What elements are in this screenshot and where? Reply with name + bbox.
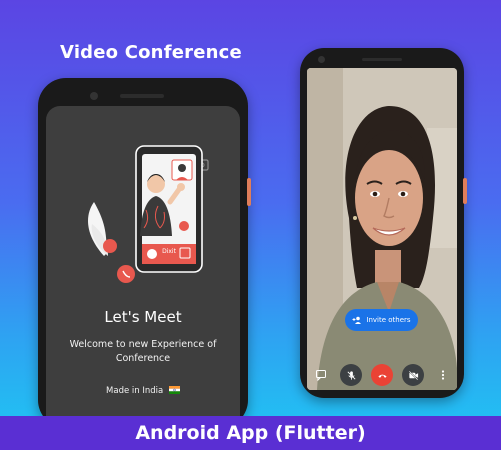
heart-icon [103, 239, 117, 253]
phone-side-button [463, 178, 467, 204]
call-screen: Invite others [307, 68, 457, 390]
mic-off-icon [347, 370, 355, 380]
welcome-title: Let's Meet [104, 308, 182, 326]
more-icon[interactable] [437, 369, 449, 381]
earpiece [120, 94, 164, 98]
participant-video [307, 68, 457, 390]
earpiece [362, 58, 402, 61]
video-toggle-button[interactable] [402, 364, 424, 386]
invite-others-label: Invite others [366, 316, 411, 324]
illustration-end-call-icon [147, 249, 157, 259]
front-camera [90, 92, 98, 100]
front-camera [318, 56, 325, 63]
made-in-label: Made in India [106, 386, 164, 396]
add-person-icon [352, 316, 362, 324]
video-off-icon [408, 370, 418, 380]
phone-side-button [247, 178, 251, 206]
end-call-button[interactable] [371, 364, 393, 386]
welcome-screen: Dixit Let's Meet Welcome to new Experien… [46, 106, 240, 416]
made-in-text: Made in India [46, 386, 240, 396]
india-flag-icon [168, 386, 180, 394]
illustration-caller-name: Dixit [162, 248, 177, 255]
call-phone: Invite others [300, 48, 467, 398]
chat-icon[interactable] [315, 369, 327, 381]
call-bubble-icon [117, 265, 135, 283]
welcome-phone: Dixit Let's Meet Welcome to new Experien… [38, 78, 251, 428]
conference-illustration: Dixit [88, 145, 209, 283]
end-call-icon [377, 374, 387, 378]
invite-others-button[interactable]: Invite others [345, 309, 418, 331]
mute-button[interactable] [340, 364, 362, 386]
headline: Video Conference [60, 42, 242, 63]
footer-banner: Android App (Flutter) [0, 416, 501, 450]
call-controls [307, 364, 457, 390]
welcome-subtitle: Welcome to new Experience of Conference [69, 339, 217, 364]
